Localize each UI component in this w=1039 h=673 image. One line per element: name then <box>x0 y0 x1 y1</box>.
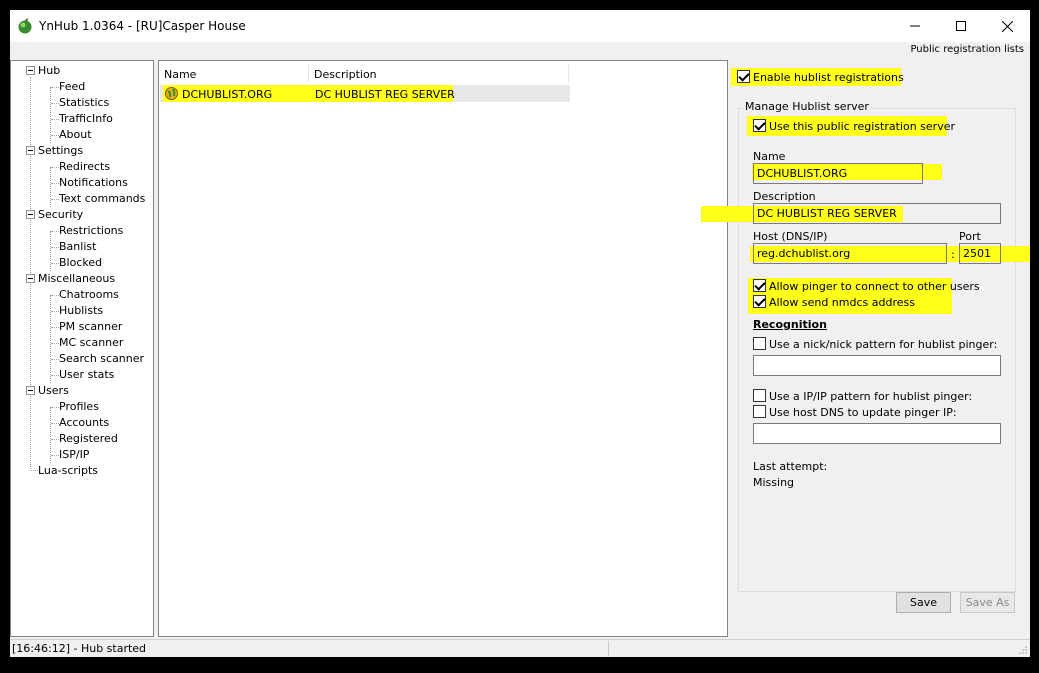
tree-item-redirects[interactable]: Redirects <box>59 160 110 174</box>
table-row[interactable]: DCHUBLIST.ORG DC HUBLIST REG SERVER <box>160 85 570 102</box>
nick-pattern-label: Use a nick/nick pattern for hublist ping… <box>769 338 998 351</box>
minimize-icon <box>910 25 920 27</box>
tree-item-blocked[interactable]: Blocked <box>59 256 102 270</box>
last-attempt-value: Missing <box>753 476 795 489</box>
navigation-tree: Hub Feed Statistics TrafficInfo About Se… <box>10 60 154 637</box>
host-port-separator: : <box>951 248 955 261</box>
group-title: Manage Hublist server <box>743 100 871 113</box>
tree-item-search-scanner[interactable]: Search scanner <box>59 352 144 366</box>
tree-item-statistics[interactable]: Statistics <box>59 96 109 110</box>
port-label: Port <box>959 230 981 243</box>
tree-item-restrictions[interactable]: Restrictions <box>59 224 123 238</box>
allow-pinger-label: Allow pinger to connect to other users <box>769 280 980 293</box>
hublist-table: Name Description DCHUBLIST.ORG DC HUBLIS… <box>158 60 728 637</box>
tree-item-profiles[interactable]: Profiles <box>59 400 99 414</box>
ip-pattern-field[interactable] <box>753 423 1001 444</box>
tree-item-text-commands[interactable]: Text commands <box>59 192 145 206</box>
collapse-miscellaneous-icon[interactable] <box>26 274 35 283</box>
page-label: Public registration lists <box>910 44 1024 55</box>
window-title: YnHub 1.0364 - [RU]Casper House <box>39 19 246 33</box>
tree-item-pm-scanner[interactable]: PM scanner <box>59 320 122 334</box>
tree-item-settings[interactable]: Settings <box>38 144 83 158</box>
maximize-icon <box>956 21 966 31</box>
use-server-label: Use this public registration server <box>769 120 955 133</box>
ip-pattern-label: Use a IP/IP pattern for hublist pinger: <box>769 390 973 403</box>
last-attempt-label: Last attempt: <box>753 460 828 473</box>
description-label: Description <box>753 190 816 203</box>
close-button[interactable] <box>984 10 1030 42</box>
name-field[interactable]: DCHUBLIST.ORG <box>753 163 923 184</box>
globe-icon <box>165 87 178 100</box>
tree-item-mc-scanner[interactable]: MC scanner <box>59 336 123 350</box>
tree-item-trafficinfo[interactable]: TrafficInfo <box>59 112 113 126</box>
allow-nmdcs-label: Allow send nmdcs address <box>769 296 915 309</box>
tree-item-hublists[interactable]: Hublists <box>59 304 103 318</box>
app-logo-icon <box>18 18 32 34</box>
description-field[interactable]: DC HUBLIST REG SERVER <box>753 203 1001 224</box>
status-text: [16:46:12] - Hub started <box>12 642 147 655</box>
registration-panel: Enable hublist registrations Manage Hubl… <box>701 60 1030 637</box>
tree-item-isp-ip[interactable]: ISP/IP <box>59 448 89 462</box>
allow-nmdcs-checkbox[interactable] <box>753 295 766 308</box>
save-button[interactable]: Save <box>896 592 951 613</box>
tree-item-registered[interactable]: Registered <box>59 432 118 446</box>
host-dns-label: Use host DNS to update pinger IP: <box>769 406 957 419</box>
allow-pinger-checkbox[interactable] <box>753 279 766 292</box>
use-server-checkbox[interactable] <box>753 119 766 132</box>
tree-item-security[interactable]: Security <box>38 208 83 222</box>
tree-item-hub[interactable]: Hub <box>38 64 60 78</box>
ip-pattern-checkbox[interactable] <box>753 389 766 402</box>
collapse-users-icon[interactable] <box>26 386 35 395</box>
enable-hublist-label: Enable hublist registrations <box>753 71 904 84</box>
collapse-security-icon[interactable] <box>26 210 35 219</box>
tree-item-feed[interactable]: Feed <box>59 80 85 94</box>
resize-grip-icon[interactable] <box>1018 645 1028 655</box>
status-divider <box>608 641 609 656</box>
status-bar: [16:46:12] - Hub started <box>10 639 1030 657</box>
nick-pattern-checkbox[interactable] <box>753 337 766 350</box>
app-window: YnHub 1.0364 - [RU]Casper House Public r… <box>10 10 1030 657</box>
row-name: DCHUBLIST.ORG <box>182 88 273 101</box>
column-header-description[interactable]: Description <box>309 65 569 82</box>
collapse-settings-icon[interactable] <box>26 146 35 155</box>
tree-item-user-stats[interactable]: User stats <box>59 368 114 382</box>
host-field[interactable]: reg.dchublist.org <box>753 243 947 264</box>
tree-item-notifications[interactable]: Notifications <box>59 176 128 190</box>
tree-item-miscellaneous[interactable]: Miscellaneous <box>38 272 115 286</box>
title-bar: YnHub 1.0364 - [RU]Casper House <box>10 10 1030 42</box>
column-header-name[interactable]: Name <box>159 65 309 82</box>
row-description: DC HUBLIST REG SERVER <box>315 88 455 101</box>
port-field[interactable]: 2501 <box>959 243 1001 264</box>
tree-item-lua-scripts[interactable]: Lua-scripts <box>38 464 98 478</box>
name-label: Name <box>753 150 786 163</box>
collapse-hub-icon[interactable] <box>26 66 35 75</box>
tree-item-banlist[interactable]: Banlist <box>59 240 96 254</box>
recognition-heading: Recognition <box>753 318 827 331</box>
tree-item-chatrooms[interactable]: Chatrooms <box>59 288 119 302</box>
host-label: Host (DNS/IP) <box>753 230 828 243</box>
tree-item-accounts[interactable]: Accounts <box>59 416 109 430</box>
tree-item-users[interactable]: Users <box>38 384 69 398</box>
tree-item-about[interactable]: About <box>59 128 92 142</box>
maximize-button[interactable] <box>938 10 984 42</box>
save-as-button[interactable]: Save As <box>960 592 1015 613</box>
nick-pattern-field[interactable] <box>753 355 1001 376</box>
host-dns-checkbox[interactable] <box>753 405 766 418</box>
close-icon <box>1001 20 1013 32</box>
minimize-button[interactable] <box>892 10 938 42</box>
enable-hublist-checkbox[interactable] <box>737 70 750 83</box>
